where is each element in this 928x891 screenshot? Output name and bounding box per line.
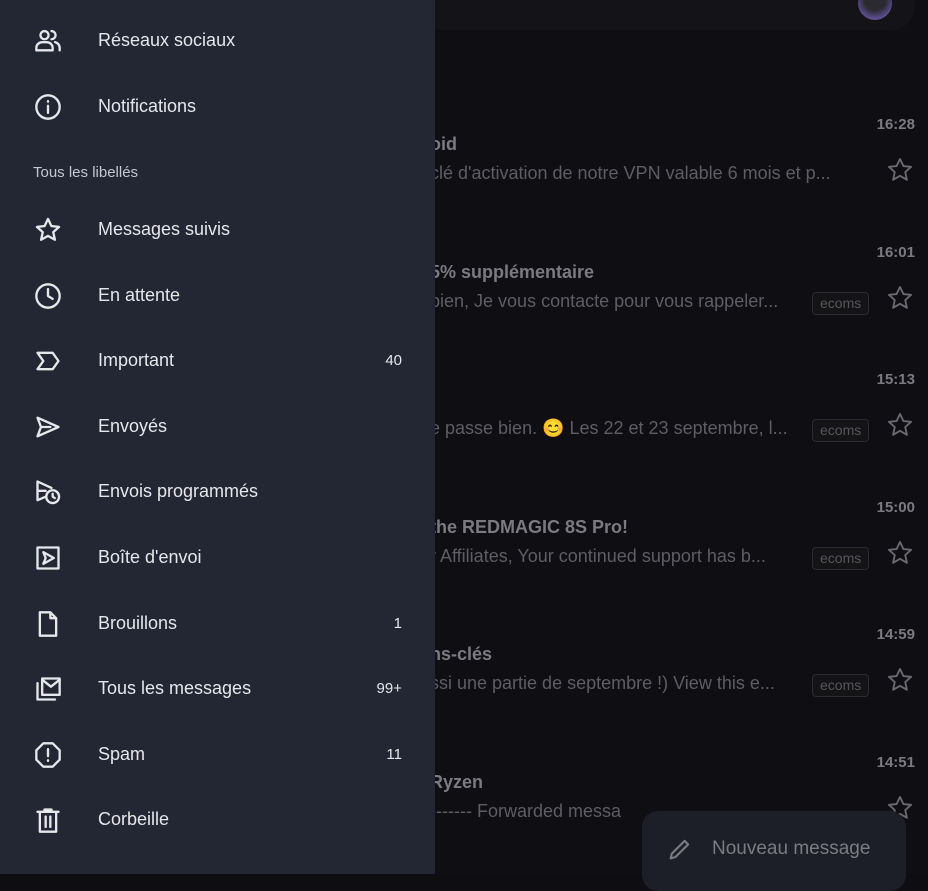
drawer-item-label: Spam xyxy=(98,743,146,764)
drawer-item-count: 40 xyxy=(385,352,402,370)
email-snippet: r Affiliates, Your continued support has… xyxy=(430,545,766,566)
people-icon xyxy=(35,29,61,52)
drawer-item-brouillons[interactable]: Brouillons 1 xyxy=(0,596,435,652)
spam-icon xyxy=(35,741,61,768)
label-badge: ecoms xyxy=(812,291,870,315)
drawer-item-count: 99+ xyxy=(376,680,402,698)
drawer-item-label: Brouillons xyxy=(98,612,178,633)
email-subject: 5% supplémentaire xyxy=(430,261,595,282)
compose-label: Nouveau message xyxy=(712,838,871,859)
info-icon xyxy=(35,93,61,120)
star-icon[interactable] xyxy=(886,411,914,439)
email-subject: Ryzen xyxy=(430,772,484,792)
drawer-item-label: Notifications xyxy=(98,95,197,116)
label-badge: ecoms xyxy=(812,546,870,570)
drawer-item-label: Envois programmés xyxy=(98,481,259,502)
star-icon xyxy=(35,217,61,241)
email-time: 15:13 xyxy=(876,371,915,389)
outbox-icon xyxy=(36,546,60,570)
drawer-item-messages-suivis[interactable]: Messages suivis xyxy=(0,202,435,258)
drawer-item-reseaux-sociaux[interactable]: Réseaux sociaux xyxy=(0,13,435,69)
send-icon xyxy=(36,416,60,438)
clock-icon xyxy=(35,282,61,309)
email-time: 14:51 xyxy=(876,754,915,771)
drawer-item-label: Réseaux sociaux xyxy=(98,30,236,50)
email-snippet: ------- Forwarded messa xyxy=(430,801,622,821)
drawer-item-envois-programmes[interactable]: Envois programmés xyxy=(0,464,435,520)
drawer-item-label: Important xyxy=(98,350,175,371)
star-icon[interactable] xyxy=(886,666,914,694)
star-icon[interactable] xyxy=(886,539,914,567)
email-time: 15:00 xyxy=(876,498,915,516)
important-icon xyxy=(36,351,60,371)
label-badge: ecoms xyxy=(812,674,870,698)
drawer-item-envoyes[interactable]: Envoyés xyxy=(0,399,435,455)
drawer-item-important[interactable]: Important 40 xyxy=(0,333,435,389)
drawer-item-label: Tous les messages xyxy=(98,678,252,699)
label-badge: ecoms xyxy=(812,419,870,443)
drawer-item-corbeille[interactable]: Corbeille xyxy=(0,792,435,848)
section-label: Tous les libellés xyxy=(33,164,139,181)
drawer-item-count: 1 xyxy=(393,614,402,632)
drawer-item-notifications[interactable]: Notifications xyxy=(0,79,435,135)
scheduled-send-icon xyxy=(36,480,61,505)
email-subject: ns-clés xyxy=(430,644,493,665)
email-subject: the REDMAGIC 8S Pro! xyxy=(430,516,629,537)
star-icon[interactable] xyxy=(886,156,914,184)
search-bar[interactable] xyxy=(380,0,915,30)
drawer-item-label: Messages suivis xyxy=(98,219,231,239)
drawer-item-label: Corbeille xyxy=(98,809,170,830)
email-snippet: ssi une partie de septembre !) View this… xyxy=(430,673,775,694)
email-time: 16:28 xyxy=(876,116,915,133)
trash-icon xyxy=(36,808,60,834)
drawer-item-count: 11 xyxy=(386,745,402,763)
star-icon[interactable] xyxy=(886,284,914,312)
navigation-drawer: Réseaux sociaux Notifications Messages sui… xyxy=(0,0,435,874)
draft-icon xyxy=(38,610,58,637)
compose-button[interactable]: Nouveau message xyxy=(642,811,906,891)
email-snippet: bien, Je vous contacte pour vous rappele… xyxy=(430,290,779,311)
drawer-item-label: Envoyés xyxy=(98,415,168,436)
drawer-item-label: En attente xyxy=(98,284,181,305)
drawer-item-tous-les-messages[interactable]: Tous les messages 99+ xyxy=(0,661,435,717)
drawer-item-en-attente[interactable]: En attente xyxy=(0,268,435,324)
email-time: 16:01 xyxy=(876,243,915,261)
all-mail-icon xyxy=(36,677,61,701)
email-snippet: e passe bien. 😊 Les 22 et 23 septembre, … xyxy=(430,418,788,439)
drawer-item-label: Boîte d'envoi xyxy=(98,547,202,567)
email-time: 14:59 xyxy=(876,626,915,644)
pencil-icon xyxy=(669,839,690,860)
drawer-item-spam[interactable]: Spam 11 xyxy=(0,727,435,783)
drawer-item-boite-d-envoi[interactable]: Boîte d'envoi xyxy=(0,530,435,586)
email-snippet: clé d'activation de notre VPN valable 6 … xyxy=(430,163,831,183)
